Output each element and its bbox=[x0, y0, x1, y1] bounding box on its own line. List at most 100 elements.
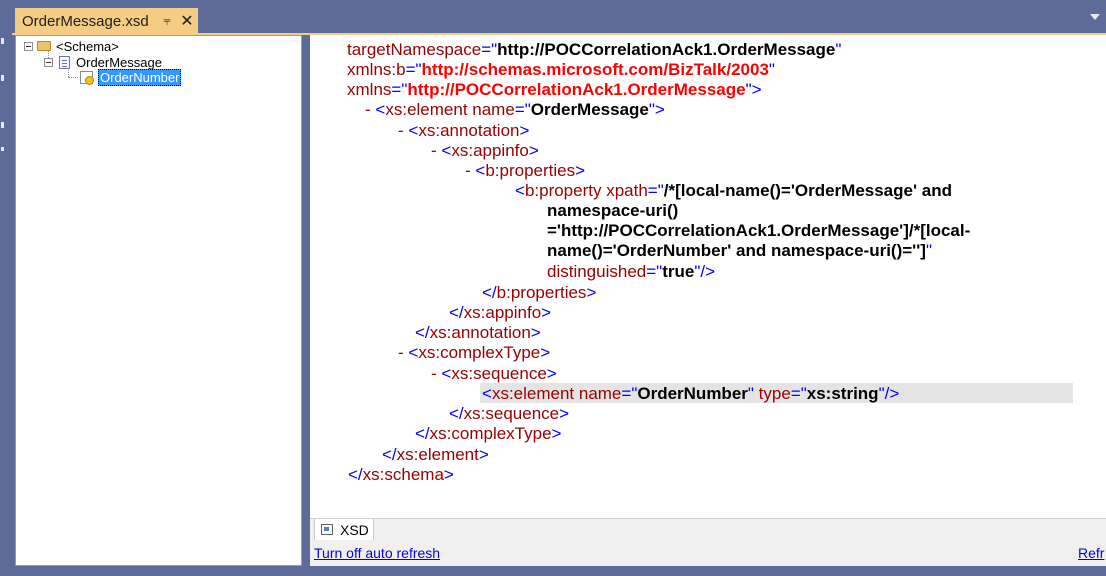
xsd-view-icon bbox=[321, 524, 333, 535]
xml-punct: > bbox=[443, 465, 454, 484]
xml-line: </xs:sequence> bbox=[449, 404, 569, 424]
xml-element-name: xs:appinfo bbox=[451, 141, 529, 160]
xml-punct: </ bbox=[449, 404, 464, 423]
xml-punct: </ bbox=[449, 303, 464, 322]
xml-line: xmlns="http://POCCorrelationAck1.OrderMe… bbox=[347, 80, 762, 100]
xml-punct: </ bbox=[348, 465, 363, 484]
xml-punct: </ bbox=[415, 323, 430, 342]
xml-attr-value: /*[local-name()='OrderMessage' and bbox=[663, 181, 952, 200]
xml-line: - <b:properties> bbox=[465, 161, 585, 181]
xml-namespace-value: http://POCCorrelationAck1.OrderMessage bbox=[407, 80, 746, 99]
xml-punct: > bbox=[559, 404, 570, 423]
xml-attr-value: true bbox=[662, 262, 695, 281]
xml-punct: "> bbox=[648, 100, 665, 119]
xml-punct: > bbox=[540, 343, 551, 362]
xml-line: <b:property xpath="/*[local-name()='Orde… bbox=[515, 181, 952, 201]
xml-line: xmlns:b="http://schemas.microsoft.com/Bi… bbox=[347, 60, 775, 80]
xml-punct: > bbox=[575, 161, 586, 180]
xml-attr-value: http://POCCorrelationAck1.OrderMessage bbox=[497, 40, 836, 59]
strip-mark bbox=[1, 147, 4, 151]
xml-punct: =" bbox=[481, 40, 498, 59]
xml-namespace-value: http://schemas.microsoft.com/BizTalk/200… bbox=[421, 60, 769, 79]
xml-punct: " bbox=[768, 60, 775, 79]
xml-attr-name: targetNamespace bbox=[347, 40, 482, 59]
dropdown-arrow-icon[interactable] bbox=[1090, 14, 1100, 20]
xml-attr-value: ='http://POCCorrelationAck1.OrderMessage… bbox=[547, 221, 971, 240]
xml-punct: < bbox=[475, 161, 486, 180]
xml-view-pane[interactable]: targetNamespace="http://POCCorrelationAc… bbox=[310, 35, 1106, 518]
xml-punct: "> bbox=[745, 80, 762, 99]
collapse-minus[interactable]: - bbox=[398, 121, 404, 140]
close-icon[interactable]: ✕ bbox=[176, 11, 198, 31]
xml-punct: < bbox=[482, 384, 492, 403]
document-tab[interactable]: OrderMessage.xsd ⫧ ✕ bbox=[15, 8, 198, 34]
xml-attr-name: distinguished bbox=[547, 262, 647, 281]
xml-punct: > bbox=[530, 323, 541, 342]
xml-line: - <xs:sequence> bbox=[431, 364, 557, 384]
turn-off-auto-refresh-link[interactable]: Turn off auto refresh bbox=[314, 545, 440, 561]
xml-punct: > bbox=[551, 424, 562, 443]
xml-line: - <xs:annotation> bbox=[398, 121, 529, 141]
document-tab-title: OrderMessage.xsd bbox=[22, 12, 149, 30]
xml-punct: < bbox=[441, 141, 452, 160]
collapse-minus[interactable]: - bbox=[431, 141, 437, 160]
xml-attr-name: xmlns:b bbox=[347, 60, 406, 79]
tree-node-field[interactable]: OrderNumber bbox=[78, 68, 182, 86]
xml-line: </b:properties> bbox=[482, 283, 596, 303]
xml-element-name: b:properties bbox=[485, 161, 576, 180]
tree-node-schema[interactable]: <Schema> bbox=[24, 38, 119, 54]
collapse-toggle[interactable] bbox=[24, 41, 33, 51]
xml-attr-name: name bbox=[574, 384, 622, 403]
xml-attr-value: name()='OrderNumber' and namespace-uri()… bbox=[547, 241, 926, 260]
collapse-toggle[interactable] bbox=[44, 57, 53, 67]
tab-xsd[interactable]: XSD bbox=[314, 519, 374, 541]
xml-punct: < bbox=[408, 343, 419, 362]
xml-punct: =" bbox=[514, 100, 531, 119]
tree-connector bbox=[68, 77, 78, 78]
xml-element-name: xs:element bbox=[385, 100, 468, 119]
xml-attr-name: xpath bbox=[601, 181, 648, 200]
xml-element-name: xs:schema bbox=[362, 465, 444, 484]
xml-punct: < bbox=[441, 364, 452, 383]
xml-line: - <xs:complexType> bbox=[398, 343, 550, 363]
collapse-minus[interactable]: - bbox=[431, 364, 437, 383]
xml-line: - <xs:appinfo> bbox=[431, 141, 539, 161]
tree-label-field: OrderNumber bbox=[98, 68, 182, 86]
tree-label-record: OrderMessage bbox=[76, 54, 162, 70]
schema-tree-pane[interactable]: <Schema> OrderMessage OrderNumber bbox=[15, 35, 302, 566]
xml-punct: =" bbox=[647, 181, 664, 200]
schema-record-icon bbox=[56, 55, 72, 69]
xml-punct: =" bbox=[790, 384, 807, 403]
pin-icon[interactable]: ⫧ bbox=[158, 13, 176, 29]
xml-line: name()='OrderNumber' and namespace-uri()… bbox=[547, 241, 932, 261]
xml-element-name: xs:annotation bbox=[429, 323, 531, 342]
left-tool-strip bbox=[0, 0, 12, 576]
xml-punct: =" bbox=[391, 80, 408, 99]
xml-element-name: b:property bbox=[524, 181, 602, 200]
xml-element-name: xs:element bbox=[491, 384, 575, 403]
tab-xsd-label: XSD bbox=[340, 521, 369, 538]
collapse-minus[interactable]: - bbox=[465, 161, 471, 180]
xml-element-name: b:properties bbox=[496, 283, 587, 302]
xml-punct: < bbox=[515, 181, 525, 200]
xml-attr-value: namespace-uri() bbox=[547, 201, 679, 220]
field-key-icon bbox=[78, 70, 94, 85]
refresh-link[interactable]: Refr bbox=[1078, 545, 1104, 561]
xml-element-name: xs:complexType bbox=[418, 343, 541, 362]
xml-attr-value: xs:string bbox=[806, 384, 879, 403]
xml-attr-name: name bbox=[467, 100, 515, 119]
collapse-minus[interactable]: - bbox=[398, 343, 404, 362]
xml-punct: > bbox=[541, 303, 552, 322]
xml-element-name: xs:appinfo bbox=[463, 303, 542, 322]
xml-punct: </ bbox=[382, 445, 397, 464]
xml-line: </xs:schema> bbox=[348, 465, 454, 485]
xml-punct: > bbox=[586, 283, 597, 302]
xml-line: distinguished="true"/> bbox=[547, 262, 715, 282]
xml-punct: " bbox=[835, 40, 842, 59]
strip-mark bbox=[1, 75, 4, 81]
refresh-link-bar: Turn off auto refresh Refr bbox=[310, 540, 1106, 566]
collapse-minus[interactable]: - bbox=[365, 100, 371, 119]
xml-line: <xs:element name="OrderNumber" type="xs:… bbox=[482, 384, 899, 404]
xml-punct: > bbox=[519, 121, 530, 140]
xml-line: targetNamespace="http://POCCorrelationAc… bbox=[347, 40, 841, 60]
